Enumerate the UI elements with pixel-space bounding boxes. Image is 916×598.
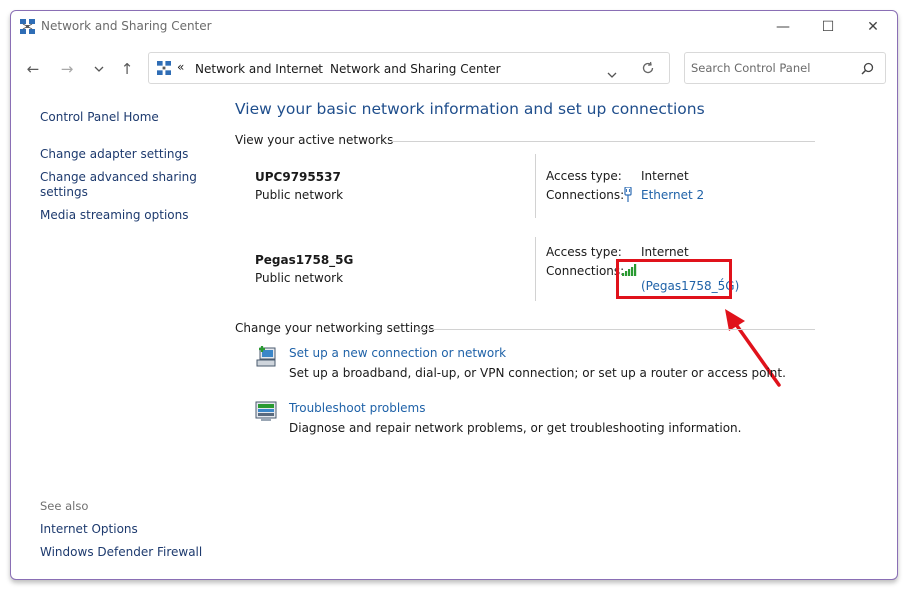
network-divider	[535, 154, 536, 218]
troubleshoot-icon	[255, 401, 277, 421]
task-description: Set up a broadband, dial-up, or VPN conn…	[289, 366, 786, 380]
network-name: Pegas1758_5G	[255, 253, 354, 267]
setup-connection-link[interactable]: Set up a new connection or network	[289, 346, 506, 360]
section-divider	[391, 141, 815, 142]
network-category: Public network	[255, 271, 344, 285]
refresh-icon	[642, 61, 654, 74]
sidebar-item-control-panel-home[interactable]: Control Panel Home	[40, 110, 159, 125]
task-description: Diagnose and repair network problems, or…	[289, 421, 742, 435]
maximize-button[interactable]: ☐	[808, 15, 848, 39]
arrow-right-icon: →	[60, 60, 74, 78]
highlight-box	[616, 259, 732, 299]
page-title: View your basic network information and …	[235, 100, 705, 118]
window-title: Network and Sharing Center	[41, 19, 212, 33]
new-connection-icon	[256, 346, 276, 367]
sidebar-item-media-streaming[interactable]: Media streaming options	[40, 208, 188, 223]
see-also-title: See also	[40, 499, 89, 513]
breadcrumb-network-sharing-center[interactable]: Network and Sharing Center	[330, 62, 501, 76]
address-bar[interactable]: « Network and Internet › Network and Sha…	[148, 52, 670, 84]
access-type-label: Access type:	[546, 245, 622, 259]
arrow-up-icon: ↑	[120, 60, 134, 78]
breadcrumb-network-and-internet[interactable]: Network and Internet	[195, 62, 323, 76]
access-type-label: Access type:	[546, 169, 622, 183]
see-also-windows-defender-firewall[interactable]: Windows Defender Firewall	[40, 545, 202, 560]
title-bar[interactable]: Network and Sharing Center — ☐ ✕	[11, 11, 897, 43]
search-box	[684, 52, 886, 84]
troubleshoot-problems-link[interactable]: Troubleshoot problems	[289, 401, 425, 415]
refresh-button[interactable]	[641, 60, 657, 76]
up-button[interactable]: ↑	[115, 59, 139, 79]
change-settings-label: Change your networking settings	[235, 321, 435, 335]
search-icon[interactable]	[861, 62, 874, 75]
forward-button[interactable]: →	[55, 59, 79, 79]
breadcrumb-separator: ›	[315, 62, 320, 76]
chevron-down-icon	[94, 66, 104, 72]
sidebar-item-change-advanced-sharing[interactable]: Change advanced sharing settings	[40, 170, 200, 200]
recent-locations-button[interactable]	[87, 59, 111, 79]
ethernet-connection-link[interactable]: Ethernet 2	[641, 188, 704, 202]
breadcrumb-overflow[interactable]: «	[177, 60, 184, 74]
close-icon: ✕	[867, 19, 879, 35]
sidebar-item-change-adapter-settings[interactable]: Change adapter settings	[40, 147, 188, 162]
arrow-left-icon: ←	[26, 60, 40, 78]
close-button[interactable]: ✕	[853, 15, 893, 39]
back-button[interactable]: ←	[21, 59, 45, 79]
network-category: Public network	[255, 188, 344, 202]
connections-label: Connections:	[546, 264, 625, 278]
ethernet-icon	[624, 187, 632, 202]
chevron-down-icon	[607, 72, 617, 78]
minimize-icon: —	[776, 19, 790, 35]
see-also-internet-options[interactable]: Internet Options	[40, 522, 138, 537]
section-divider	[415, 329, 815, 330]
address-dropdown-button[interactable]	[607, 63, 621, 78]
access-type-value: Internet	[641, 169, 689, 183]
access-type-value: Internet	[641, 245, 689, 259]
active-networks-label: View your active networks	[235, 133, 394, 147]
network-divider	[535, 237, 536, 301]
network-center-icon	[157, 61, 171, 75]
search-input[interactable]	[691, 59, 851, 77]
minimize-button[interactable]: —	[763, 15, 803, 39]
network-name: UPC9795537	[255, 170, 341, 184]
network-sharing-window: Network and Sharing Center — ☐ ✕ ← → ↑ «…	[10, 10, 898, 580]
connections-label: Connections:	[546, 188, 625, 202]
maximize-icon: ☐	[821, 19, 835, 35]
network-center-icon	[20, 19, 35, 34]
